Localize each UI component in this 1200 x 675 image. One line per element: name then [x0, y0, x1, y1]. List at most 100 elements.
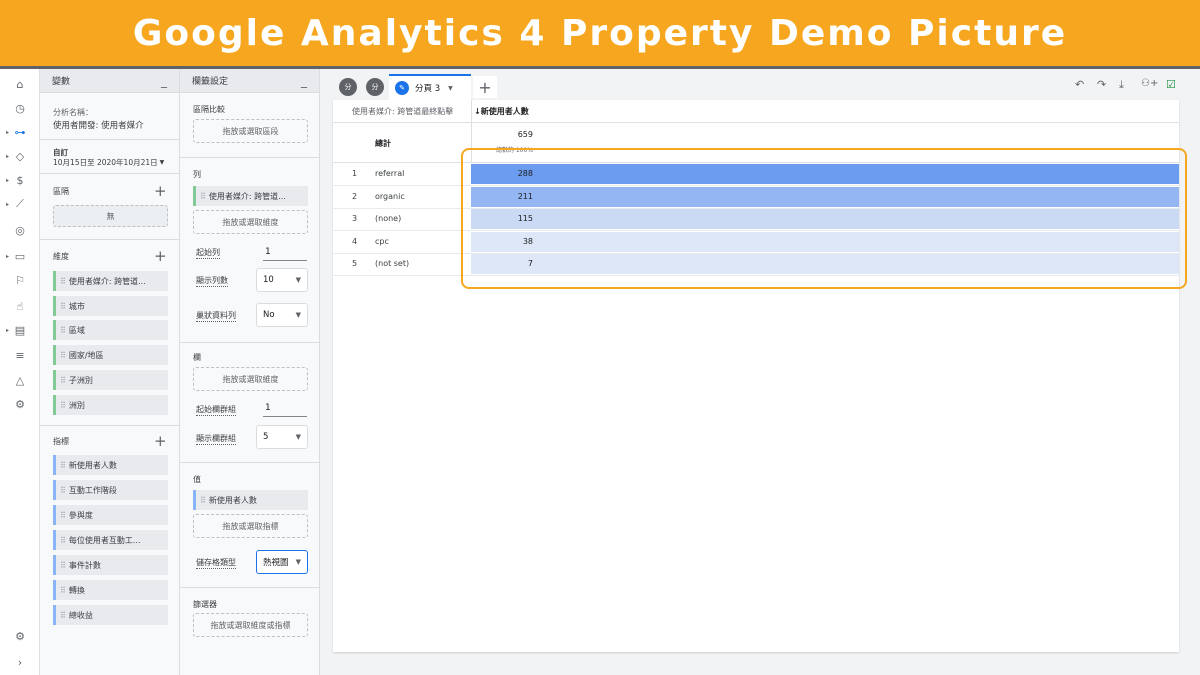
metric-chip[interactable]: ⠿ 總收益 [53, 605, 168, 625]
minimize-tab-settings-button[interactable]: _ [301, 75, 307, 87]
settings-icon[interactable]: ⚙ [0, 625, 40, 647]
drag-handle-icon: ⠿ [60, 350, 66, 360]
date-range-picker[interactable]: 10月15日至 2020年10月21日 ▼ [53, 157, 164, 168]
total-value: 659 [517, 130, 533, 139]
flag-icon[interactable]: ⚐ [0, 269, 40, 291]
filters-dropzone[interactable]: 拖放或選取維度或指標 [193, 613, 308, 637]
report-icon[interactable]: ▸ ▤ [0, 319, 40, 341]
tag-icon[interactable]: ▸ ◇ [0, 145, 40, 167]
rows-label: 列 [193, 170, 201, 179]
rows-dropzone[interactable]: 拖放或選取維度 [193, 210, 308, 234]
tab-2[interactable]: 分 [366, 78, 384, 96]
row-dimension-value[interactable]: referral [375, 169, 404, 178]
add-dimension-button[interactable]: + [154, 249, 167, 264]
globe-icon[interactable]: ◎ [0, 219, 40, 241]
values-dropzone[interactable]: 拖放或選取指標 [193, 514, 308, 538]
drag-handle-icon: ⠿ [60, 325, 66, 335]
start-col-input[interactable]: 1 [263, 401, 307, 417]
chevron-down-icon: ▼ [295, 311, 301, 319]
dimension-header: 使用者媒介: 跨管道最終點擊 [352, 107, 454, 116]
shapes-icon[interactable]: △ [0, 369, 40, 391]
dimension-chip[interactable]: ⠿ 子洲別 [53, 370, 168, 390]
drag-handle-icon: ⠿ [200, 495, 206, 505]
row-dimension-value[interactable]: organic [375, 192, 405, 201]
explore-icon[interactable]: ▸ ⊶ [0, 121, 40, 143]
analysis-name-value[interactable]: 使用者開發: 使用者媒介 [53, 119, 144, 131]
expand-icon[interactable]: › [0, 651, 40, 673]
chevron-down-icon: ▼ [295, 433, 301, 441]
row-index: 1 [352, 169, 358, 178]
start-col-label: 起始欄群組 [196, 405, 236, 416]
bug-icon[interactable]: ⚙ [0, 393, 40, 415]
filters-label: 篩選器 [193, 600, 217, 609]
minimize-variables-button[interactable]: _ [161, 75, 167, 87]
metric-chip[interactable]: ⠿ 新使用者人數 [53, 455, 168, 475]
dollar-icon[interactable]: ▸ $ [0, 169, 40, 191]
values-chip[interactable]: ⠿ 新使用者人數 [193, 490, 308, 510]
segments-empty[interactable]: 無 [53, 205, 168, 227]
drag-handle-icon: ⠿ [60, 535, 66, 545]
show-col-select[interactable]: 5 ▼ [256, 425, 308, 449]
segment-compare-label: 區隔比較 [193, 105, 225, 114]
add-segment-button[interactable]: + [154, 184, 167, 199]
share-icon[interactable]: ⚇+ [1141, 78, 1158, 89]
dimension-chip[interactable]: ⠿ 洲別 [53, 395, 168, 415]
dimension-chip[interactable]: ⠿ 使用者媒介: 跨管道... [53, 271, 168, 291]
metric-chip[interactable]: ⠿ 互動工作階段 [53, 480, 168, 500]
date-range-text: 10月15日至 2020年10月21日 [53, 158, 158, 167]
drag-handle-icon: ⠿ [60, 276, 66, 286]
row-dimension-value[interactable]: (none) [375, 214, 401, 223]
chevron-down-icon: ▼ [295, 558, 301, 566]
drag-handle-icon: ⠿ [60, 585, 66, 595]
add-metric-button[interactable]: + [154, 434, 167, 449]
nested-rows-label: 巢狀資料列 [196, 311, 236, 322]
dimension-chip[interactable]: ⠿ 城市 [53, 296, 168, 316]
metric-chip[interactable]: ⠿ 每位使用者互動工... [53, 530, 168, 550]
cell-type-select[interactable]: 熱視圖 ▼ [256, 550, 308, 574]
redo-icon[interactable]: ↷ [1097, 78, 1106, 91]
dimension-chip[interactable]: ⠿ 區域 [53, 320, 168, 340]
add-tab-button[interactable]: + [473, 76, 497, 98]
metric-chip[interactable]: ⠿ 參與度 [53, 505, 168, 525]
rows-chip[interactable]: ⠿ 使用者媒介: 跨管道... [193, 186, 308, 206]
columns-dropzone[interactable]: 拖放或選取維度 [193, 367, 308, 391]
row-dimension-value[interactable]: cpc [375, 237, 389, 246]
download-icon[interactable]: ⤓ [1119, 78, 1124, 92]
nav-rail: ⌂ ◷ ▸ ⊶ ▸ ◇ ▸ $ ▸ ⟋ ◎ ▸ ▭ ⚐ ☝ ▸ ▤ ≡ △ ⚙ ⚙ › [0, 69, 40, 675]
tab-settings-header: 欄籤設定 _ [180, 69, 319, 93]
variables-panel: 變數 _ 分析名稱： 使用者開發: 使用者媒介 自訂 10月15日至 2020年… [40, 69, 180, 675]
users-icon[interactable]: ≡ [0, 344, 40, 366]
pencil-icon: ✎ [395, 81, 409, 95]
metric-header[interactable]: ↓新使用者人數 [474, 106, 529, 117]
show-rows-select[interactable]: 10 ▼ [256, 268, 308, 292]
tab-active[interactable]: ✎ 分頁 3 ▼ [389, 74, 471, 100]
drag-handle-icon: ⠿ [60, 610, 66, 620]
tab-settings-title: 欄籤設定 [192, 77, 229, 87]
metric-chip[interactable]: ⠿ 事件計數 [53, 555, 168, 575]
dimensions-label: 維度 [53, 252, 69, 261]
drag-handle-icon: ⠿ [60, 510, 66, 520]
chevron-down-icon: ▼ [295, 276, 301, 284]
wand-icon[interactable]: ▸ ⟋ [0, 193, 40, 215]
chevron-down-icon[interactable]: ▼ [448, 85, 453, 92]
columns-label: 欄 [193, 353, 201, 362]
dimension-chip[interactable]: ⠿ 國家/地區 [53, 345, 168, 365]
row-index: 5 [352, 259, 358, 268]
start-row-input[interactable]: 1 [263, 245, 307, 261]
row-dimension-value[interactable]: (not set) [375, 259, 409, 268]
touch-icon[interactable]: ☝ [0, 295, 40, 317]
segment-dropzone[interactable]: 拖放或選取區段 [193, 119, 308, 143]
check-icon[interactable]: ☑ [1166, 78, 1176, 91]
drag-handle-icon: ⠿ [60, 485, 66, 495]
drag-handle-icon: ⠿ [60, 460, 66, 470]
undo-icon[interactable]: ↶ [1075, 78, 1084, 91]
drag-handle-icon: ⠿ [60, 560, 66, 570]
home-icon[interactable]: ⌂ [0, 73, 40, 95]
metric-chip[interactable]: ⠿ 轉換 [53, 580, 168, 600]
variables-title: 變數 [52, 77, 71, 87]
nested-rows-select[interactable]: No ▼ [256, 303, 308, 327]
devices-icon[interactable]: ▸ ▭ [0, 245, 40, 267]
highlight-box [461, 148, 1187, 289]
clock-icon[interactable]: ◷ [0, 97, 40, 119]
tab-1[interactable]: 分 [339, 78, 357, 96]
